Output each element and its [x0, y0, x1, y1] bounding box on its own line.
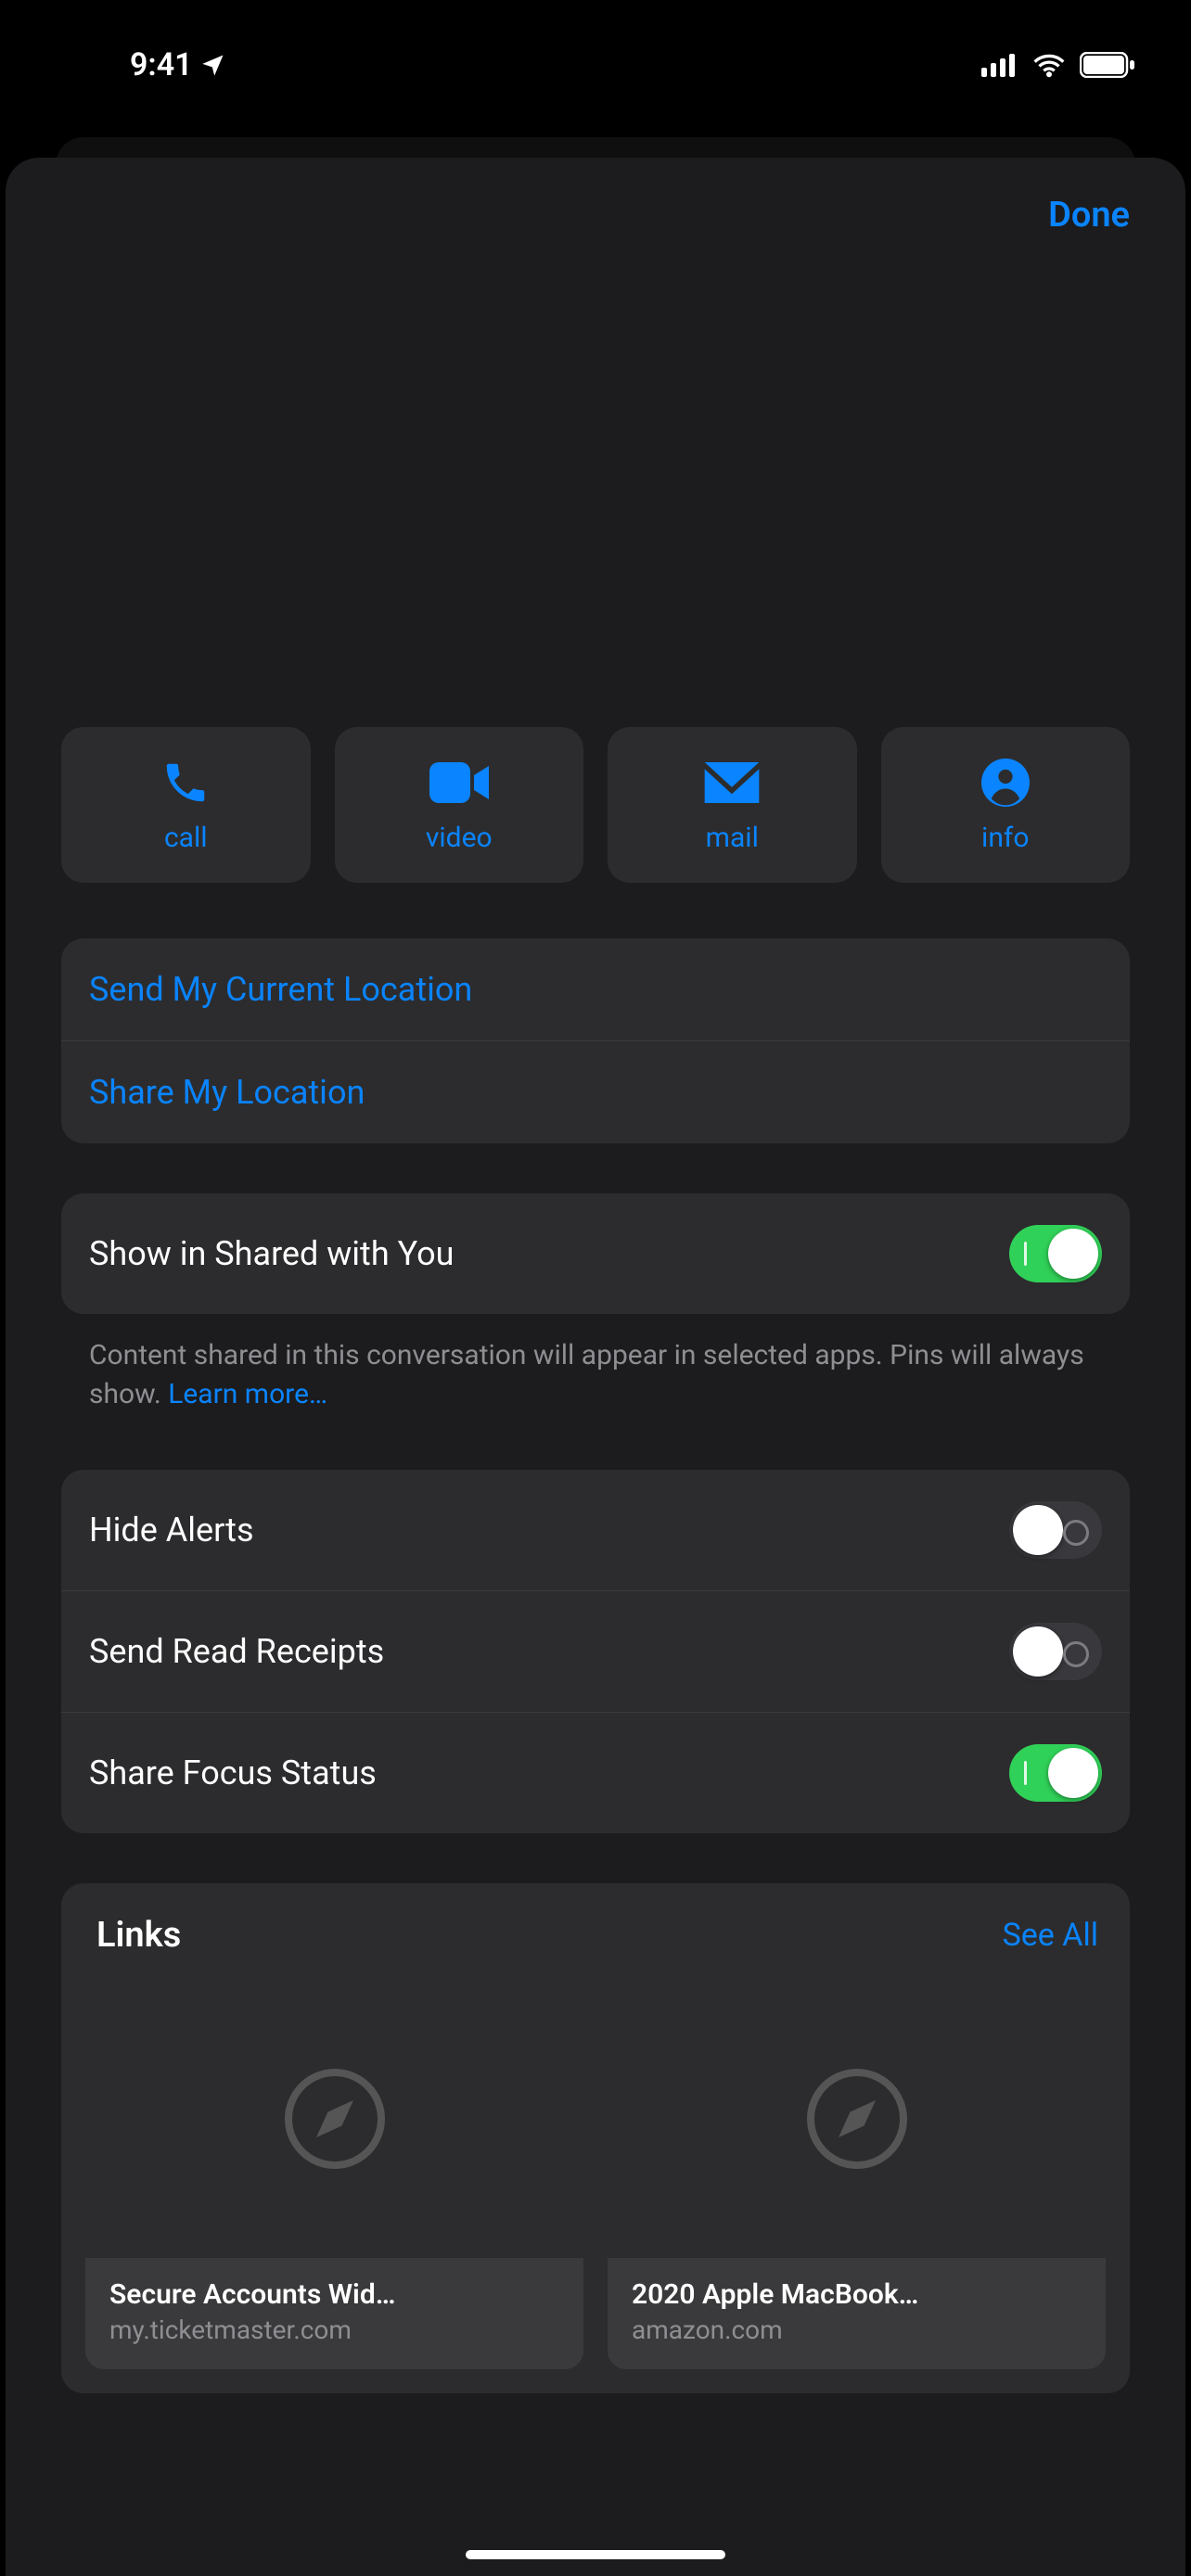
links-see-all-button[interactable]: See All: [1003, 1917, 1098, 1954]
read-receipts-cell: Send Read Receipts: [61, 1591, 1130, 1713]
header-row: Done: [6, 158, 1185, 245]
status-time: 9:41: [130, 46, 226, 83]
shared-with-you-cell: Show in Shared with You: [61, 1193, 1130, 1314]
shared-with-you-toggle[interactable]: [1009, 1225, 1102, 1282]
video-label: video: [426, 822, 493, 854]
hide-alerts-toggle[interactable]: [1009, 1501, 1102, 1559]
action-buttons-row: call video mail info: [61, 727, 1130, 883]
person-circle-icon: [981, 759, 1030, 807]
links-header: Links See All: [85, 1915, 1106, 1980]
link-domain: amazon.com: [632, 2315, 1082, 2345]
mail-label: mail: [706, 822, 759, 854]
focus-status-cell: Share Focus Status: [61, 1713, 1130, 1833]
read-receipts-label: Send Read Receipts: [89, 1632, 384, 1671]
safari-compass-icon: [801, 2063, 913, 2174]
share-my-location-label: Share My Location: [89, 1073, 365, 1112]
home-indicator[interactable]: [466, 2550, 725, 2559]
focus-status-label: Share Focus Status: [89, 1753, 377, 1792]
link-preview: [85, 1980, 583, 2258]
battery-icon: [1080, 52, 1135, 78]
contact-header-area: [6, 245, 1185, 727]
location-arrow-icon: [200, 52, 226, 78]
video-icon: [429, 762, 489, 803]
links-section: Links See All Secure Accounts Wid… my.ti…: [61, 1883, 1130, 2393]
location-group: Send My Current Location Share My Locati…: [61, 938, 1130, 1143]
phone-icon: [160, 758, 211, 808]
mail-button[interactable]: mail: [608, 727, 857, 883]
hide-alerts-cell: Hide Alerts: [61, 1470, 1130, 1591]
video-button[interactable]: video: [335, 727, 584, 883]
conversation-settings-group: Hide Alerts Send Read Receipts Share Foc…: [61, 1470, 1130, 1833]
status-bar: 9:41: [0, 0, 1191, 130]
link-preview: [608, 1980, 1106, 2258]
link-title: Secure Accounts Wid…: [109, 2278, 559, 2311]
shared-with-you-footer: Content shared in this conversation will…: [61, 1336, 1130, 1414]
done-button[interactable]: Done: [1048, 195, 1130, 236]
link-card[interactable]: Secure Accounts Wid… my.ticketmaster.com: [85, 1980, 583, 2369]
info-label: info: [981, 822, 1029, 854]
shared-with-you-group: Show in Shared with You: [61, 1193, 1130, 1314]
link-meta: Secure Accounts Wid… my.ticketmaster.com: [85, 2258, 583, 2369]
call-button[interactable]: call: [61, 727, 311, 883]
send-current-location-label: Send My Current Location: [89, 970, 472, 1009]
send-current-location-cell[interactable]: Send My Current Location: [61, 938, 1130, 1041]
learn-more-link[interactable]: Learn more…: [168, 1378, 327, 1410]
safari-compass-icon: [279, 2063, 391, 2174]
status-right: [981, 52, 1135, 78]
hide-alerts-label: Hide Alerts: [89, 1511, 254, 1549]
mail-icon: [704, 762, 760, 803]
status-time-text: 9:41: [130, 46, 193, 83]
share-my-location-cell[interactable]: Share My Location: [61, 1041, 1130, 1143]
link-title: 2020 Apple MacBook…: [632, 2278, 1082, 2311]
link-meta: 2020 Apple MacBook… amazon.com: [608, 2258, 1106, 2369]
links-row: Secure Accounts Wid… my.ticketmaster.com…: [85, 1980, 1106, 2369]
shared-with-you-label: Show in Shared with You: [89, 1234, 454, 1273]
focus-status-toggle[interactable]: [1009, 1744, 1102, 1802]
links-title: Links: [96, 1915, 181, 1956]
link-domain: my.ticketmaster.com: [109, 2315, 559, 2345]
call-label: call: [164, 822, 208, 854]
info-button[interactable]: info: [881, 727, 1131, 883]
contact-detail-sheet: Done call video mail: [6, 158, 1185, 2576]
link-card[interactable]: 2020 Apple MacBook… amazon.com: [608, 1980, 1106, 2369]
cellular-icon: [981, 53, 1018, 77]
read-receipts-toggle[interactable]: [1009, 1623, 1102, 1680]
wifi-icon: [1031, 52, 1067, 78]
